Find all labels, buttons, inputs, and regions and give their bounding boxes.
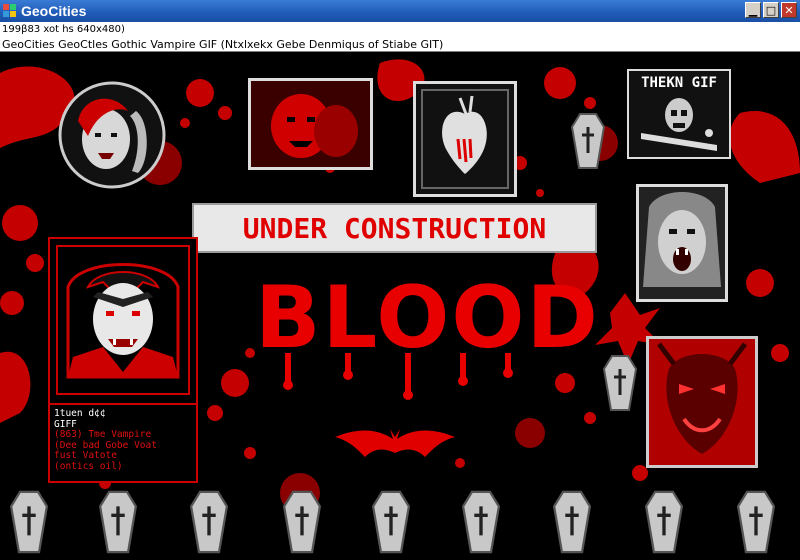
geocities-app-icon: [3, 4, 16, 17]
info-line-5: fust Vatote: [54, 450, 117, 461]
maximize-icon: □: [765, 3, 777, 17]
coffin-icon: [372, 490, 410, 554]
coffin-icon: [603, 355, 637, 411]
maximize-button[interactable]: □: [763, 2, 779, 18]
round-vampire-portrait: [58, 81, 166, 189]
close-icon: ✕: [784, 3, 794, 17]
bat-icon: [335, 429, 455, 457]
framed-red-face-gif: [248, 78, 373, 170]
under-construction-banner: UNDER CONSTRUCTION: [192, 203, 597, 253]
anatomical-heart-gif: [413, 81, 517, 197]
info-line-1: 1tuen d¢¢: [54, 408, 106, 419]
info-line-6: (ontics oil): [54, 460, 123, 472]
info-divider: [50, 403, 196, 405]
coffin-icon: [10, 490, 48, 554]
under-construction-text: UNDER CONSTRUCTION: [242, 211, 547, 245]
coffin-icon: [737, 490, 775, 554]
skull-figure: [641, 98, 717, 151]
window-title: GeoCities: [21, 3, 87, 19]
blood-drips: [283, 353, 513, 400]
coffin-icon: [645, 490, 683, 554]
dracula-portrait-frame: [56, 245, 190, 395]
coffin-icon: [553, 490, 591, 554]
thekn-gif-box: THEKN GIF: [627, 69, 731, 159]
screaming-vampire-gif: [636, 184, 728, 302]
coffin-icon: [283, 490, 321, 554]
minimize-icon: ▁: [748, 3, 758, 17]
resolution-info-bar: 199β83 xot hs 640x480): [0, 22, 800, 37]
window-titlebar[interactable]: GeoCities ▁ □ ✕: [0, 0, 800, 22]
red-demon-gif: [646, 336, 758, 468]
coffin-icon: [99, 490, 137, 554]
thekn-gif-title: THEKN GIF: [641, 75, 717, 91]
info-line-3: (863) Tme Vampire: [54, 429, 152, 440]
coffin-icon: [571, 113, 605, 169]
coffin-icon: [462, 490, 500, 554]
dracula-portrait: [66, 263, 180, 379]
minimize-button[interactable]: ▁: [745, 2, 761, 18]
window-controls: ▁ □ ✕: [745, 2, 797, 18]
coffin-icon: [190, 490, 228, 554]
vampire-info-box: 1tuen d¢¢ GIFF (863) Tme Vampire (Dee ba…: [48, 237, 198, 483]
page-canvas: THEKN GIF UNDER CONSTRUCTION BLOOD 1tuen…: [0, 53, 800, 560]
info-text-block: 1tuen d¢¢ GIFF (863) Tme Vampire (Dee ba…: [54, 408, 194, 472]
close-button[interactable]: ✕: [781, 2, 797, 18]
address-bar: GeoCities GeoCtles Gothic Vampire GIF (N…: [0, 37, 800, 52]
coffin-row: [0, 490, 800, 556]
